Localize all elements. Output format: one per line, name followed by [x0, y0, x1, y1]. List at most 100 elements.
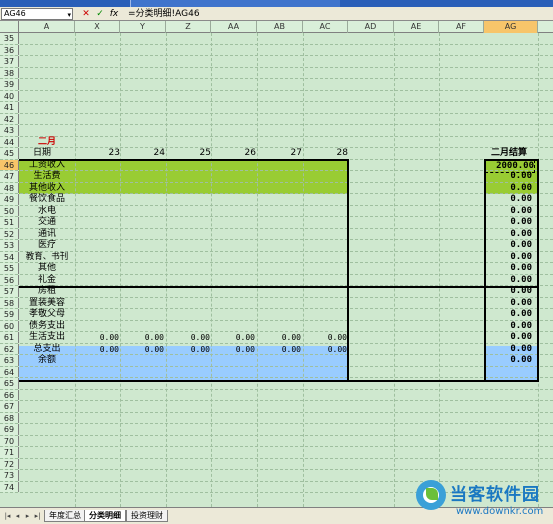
summary-value-cell[interactable]: 0.00: [486, 194, 532, 205]
row-label-cell[interactable]: [19, 447, 75, 458]
summary-value-cell[interactable]: 0.00: [486, 240, 532, 251]
row-label-cell[interactable]: [19, 367, 75, 378]
table-row[interactable]: 54 教育、书刊 0.00: [0, 251, 553, 263]
summary-value-cell[interactable]: 0.00: [486, 321, 532, 332]
column-header-X[interactable]: X: [75, 21, 120, 33]
row-header[interactable]: 42: [0, 113, 19, 124]
summary-value-cell[interactable]: 0.00: [486, 183, 532, 194]
row-label-cell[interactable]: 其他收入: [19, 183, 75, 194]
row-label-cell[interactable]: 生活支出: [19, 332, 75, 343]
next-sheet-icon[interactable]: ▸: [23, 511, 32, 521]
table-row[interactable]: 44 二月: [0, 136, 553, 148]
select-all-corner[interactable]: [0, 21, 19, 33]
table-row[interactable]: 63 余额 0.00: [0, 355, 553, 367]
row-header[interactable]: 67: [0, 401, 19, 412]
row-label-cell[interactable]: [19, 45, 75, 56]
row-header[interactable]: 44: [0, 136, 19, 147]
table-row[interactable]: 50 水电 0.00: [0, 205, 553, 217]
row-header[interactable]: 70: [0, 435, 19, 446]
row-header[interactable]: 48: [0, 182, 19, 193]
chevron-down-icon[interactable]: ▾: [67, 10, 71, 20]
daily-value-cell[interactable]: 0.00: [120, 344, 164, 355]
summary-header-cell[interactable]: 二月结算: [486, 148, 532, 159]
daily-value-cell[interactable]: 0.00: [211, 344, 255, 355]
row-label-cell[interactable]: [19, 424, 75, 435]
row-header[interactable]: 61: [0, 332, 19, 343]
table-row[interactable]: 71: [0, 447, 553, 459]
table-row[interactable]: 35: [0, 33, 553, 45]
summary-value-cell[interactable]: 0.00: [486, 263, 532, 274]
row-header[interactable]: 37: [0, 56, 19, 67]
row-label-cell[interactable]: 餐饮食品: [19, 194, 75, 205]
table-row[interactable]: 47 生活费 0.00: [0, 171, 553, 183]
row-header[interactable]: 54: [0, 251, 19, 262]
row-header[interactable]: 40: [0, 90, 19, 101]
row-label-cell[interactable]: 医疗: [19, 240, 75, 251]
row-header[interactable]: 52: [0, 228, 19, 239]
table-row[interactable]: 49 餐饮食品 0.00: [0, 194, 553, 206]
table-row[interactable]: 69: [0, 424, 553, 436]
summary-value-cell[interactable]: 0.00: [486, 355, 532, 366]
row-header[interactable]: 57: [0, 286, 19, 297]
table-row[interactable]: 59 孝敬父母 0.00: [0, 309, 553, 321]
row-header[interactable]: 50: [0, 205, 19, 216]
table-row[interactable]: 40: [0, 90, 553, 102]
table-row[interactable]: 38: [0, 67, 553, 79]
row-label-cell[interactable]: [19, 56, 75, 67]
row-header[interactable]: 45: [0, 148, 19, 159]
table-row[interactable]: 56 礼金 0.00: [0, 274, 553, 286]
row-label-cell[interactable]: 置装美容: [19, 298, 75, 309]
row-label-cell[interactable]: 生活费: [19, 171, 75, 182]
daily-value-cell[interactable]: 0.00: [257, 344, 301, 355]
row-header[interactable]: 68: [0, 412, 19, 423]
column-header-AF[interactable]: AF: [439, 21, 484, 33]
row-label-cell[interactable]: 教育、书刊: [19, 252, 75, 263]
table-row[interactable]: 39: [0, 79, 553, 91]
daily-value-cell[interactable]: 0.00: [303, 332, 347, 343]
summary-value-cell[interactable]: 0.00: [486, 171, 532, 182]
row-header[interactable]: 66: [0, 389, 19, 400]
tab-annual-summary[interactable]: 年度汇总: [44, 510, 86, 522]
row-header[interactable]: 63: [0, 355, 19, 366]
table-row[interactable]: 58 置装美容 0.00: [0, 297, 553, 309]
row-label-cell[interactable]: 其他: [19, 263, 75, 274]
date-header-cell[interactable]: 27: [257, 148, 302, 159]
row-label-cell[interactable]: [19, 413, 75, 424]
row-label-cell[interactable]: 总支出: [19, 344, 75, 355]
row-header[interactable]: 38: [0, 67, 19, 78]
row-label-cell[interactable]: 礼金: [19, 275, 75, 286]
formula-input[interactable]: =分类明细!AG46: [128, 8, 200, 20]
row-header[interactable]: 47: [0, 171, 19, 182]
row-header[interactable]: 35: [0, 33, 19, 44]
date-header-cell[interactable]: 26: [211, 148, 256, 159]
column-header-Z[interactable]: Z: [166, 21, 211, 33]
row-label-cell[interactable]: [19, 79, 75, 90]
summary-value-cell[interactable]: 0.00: [486, 217, 532, 228]
table-row[interactable]: 51 交通 0.00: [0, 217, 553, 229]
table-row[interactable]: 42: [0, 113, 553, 125]
table-row[interactable]: 48 其他收入 0.00: [0, 182, 553, 194]
row-header[interactable]: 64: [0, 366, 19, 377]
daily-value-cell[interactable]: 0.00: [166, 344, 210, 355]
row-header[interactable]: 46: [0, 159, 19, 170]
row-label-cell[interactable]: 水电: [19, 206, 75, 217]
row-header[interactable]: 59: [0, 309, 19, 320]
row-header[interactable]: 55: [0, 263, 19, 274]
table-row[interactable]: 64: [0, 366, 553, 378]
row-label-cell[interactable]: [19, 459, 75, 470]
row-label-cell[interactable]: [19, 470, 75, 481]
row-header[interactable]: 51: [0, 217, 19, 228]
row-label-cell[interactable]: [19, 125, 75, 136]
row-header[interactable]: 65: [0, 378, 19, 389]
table-row[interactable]: 46 工资收入 2000.00: [0, 159, 553, 173]
daily-value-cell[interactable]: 0.00: [75, 332, 119, 343]
daily-value-cell[interactable]: 0.00: [75, 344, 119, 355]
column-header-AD[interactable]: AD: [348, 21, 394, 33]
table-row[interactable]: 61 生活支出 0.00 0.00 0.00 0.00 0.00 0.00 0.00: [0, 332, 553, 344]
table-row[interactable]: 36: [0, 44, 553, 56]
column-header-Y[interactable]: Y: [120, 21, 166, 33]
date-header-cell[interactable]: 25: [166, 148, 211, 159]
summary-value-cell[interactable]: 0.00: [486, 206, 532, 217]
date-header-cell[interactable]: 28: [303, 148, 348, 159]
name-box[interactable]: AG46 ▾: [1, 8, 73, 20]
